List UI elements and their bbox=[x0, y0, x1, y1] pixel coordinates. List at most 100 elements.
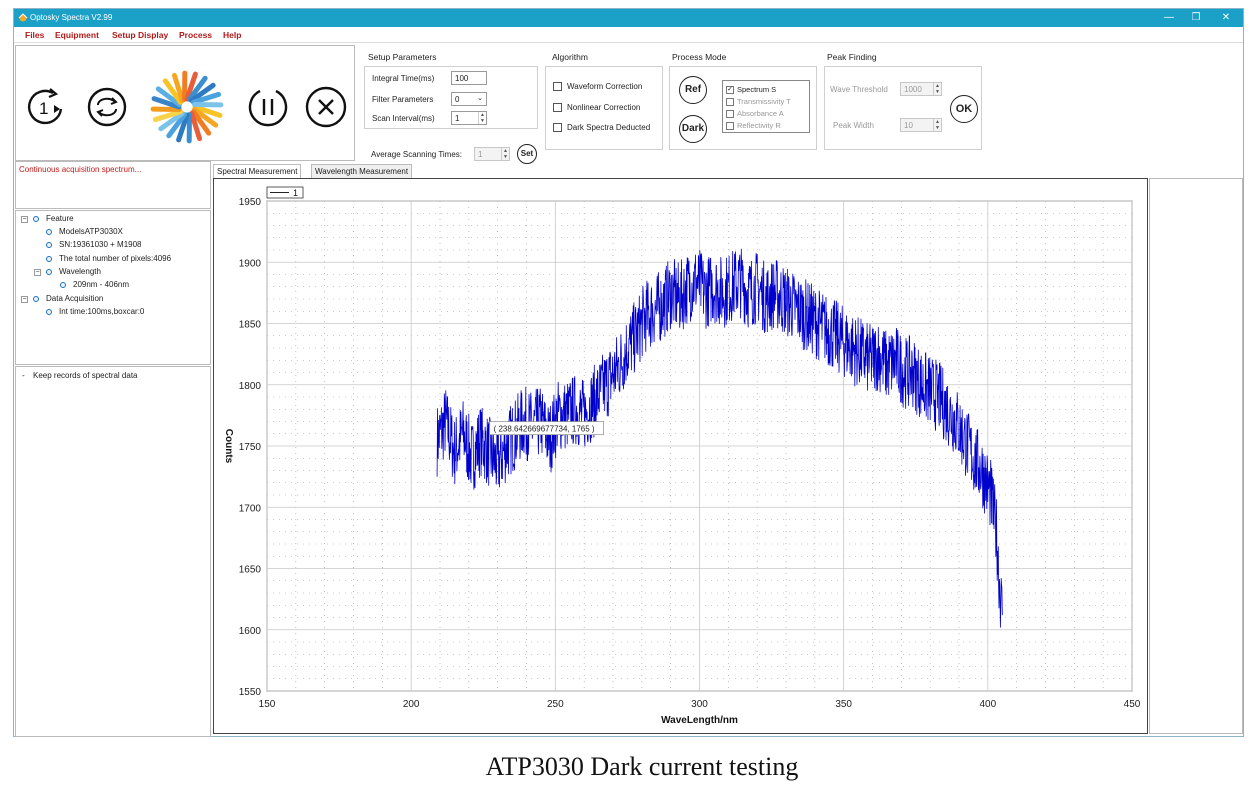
stop-button[interactable] bbox=[304, 85, 348, 129]
peak-finding-title: Peak Finding bbox=[827, 52, 877, 62]
y-tick-label: 1750 bbox=[239, 442, 262, 453]
tree-node-icon bbox=[33, 296, 39, 302]
setup-parameters-title: Setup Parameters bbox=[368, 52, 437, 62]
logo-icon bbox=[150, 70, 224, 144]
y-tick-label: 1800 bbox=[239, 381, 262, 392]
tree-item-int-time[interactable]: Int time:100ms,boxcar:0 bbox=[59, 307, 144, 316]
spectrum-s-checkbox[interactable]: ✓ bbox=[726, 86, 734, 94]
tab-spectral-measurement[interactable]: Spectral Measurement bbox=[213, 164, 302, 178]
peak-finding-group: Peak Finding Wave Threshold 1000 ▲ ▼ Peak… bbox=[821, 45, 986, 161]
dark-button[interactable]: Dark bbox=[679, 115, 707, 143]
x-tick-label: 400 bbox=[979, 699, 996, 710]
set-button[interactable]: Set bbox=[517, 144, 537, 164]
tab-wavelength-measurement[interactable]: Wavelength Measurement bbox=[311, 164, 413, 178]
title-bar: Optosky Spectra V2.99 — ❐ ✕ bbox=[14, 9, 1243, 27]
tree-item-pixels[interactable]: The total number of pixels:4096 bbox=[59, 254, 171, 263]
wave-threshold-input[interactable]: 1000 ▲ ▼ bbox=[900, 82, 942, 96]
process-mode-panel: Ref Dark ✓ Spectrum S Transmissivity T A… bbox=[669, 66, 817, 150]
chevron-down-icon: ⌄ bbox=[477, 95, 483, 102]
filter-parameters-label: Filter Parameters bbox=[372, 95, 434, 104]
y-tick-label: 1550 bbox=[239, 687, 262, 698]
absorbance-a-checkbox[interactable] bbox=[726, 110, 734, 118]
figure-caption: ATP3030 Dark current testing bbox=[485, 752, 799, 781]
wave-threshold-label: Wave Threshold bbox=[830, 85, 888, 94]
tree-item-wavelength[interactable]: Wavelength bbox=[59, 267, 101, 276]
process-mode-group: Process Mode Ref Dark ✓ Spectrum S Trans… bbox=[668, 45, 820, 161]
collapse-icon[interactable]: − bbox=[34, 269, 41, 276]
continuous-acquisition-button[interactable] bbox=[85, 85, 129, 129]
stop-icon bbox=[305, 86, 347, 128]
minimize-button[interactable]: — bbox=[1162, 11, 1176, 25]
setup-parameters-panel: Integral Time(ms) 100 Filter Parameters … bbox=[364, 66, 538, 129]
y-tick-label: 1600 bbox=[239, 626, 262, 637]
records-panel: - Keep records of spectral data bbox=[15, 366, 211, 737]
menu-equipment[interactable]: Equipment bbox=[55, 30, 99, 40]
collapse-icon[interactable]: − bbox=[21, 216, 28, 223]
reflectivity-r-checkbox[interactable] bbox=[726, 122, 734, 130]
tree-item-data-acquisition[interactable]: Data Acquisition bbox=[46, 294, 103, 303]
menu-process[interactable]: Process bbox=[179, 30, 212, 40]
peak-width-input[interactable]: 10 ▲ ▼ bbox=[900, 118, 942, 132]
spin-arrows-icon[interactable]: ▲ ▼ bbox=[478, 112, 486, 124]
dark-spectra-deducted-label: Dark Spectra Deducted bbox=[567, 123, 651, 132]
spin-arrows-icon[interactable]: ▲ ▼ bbox=[933, 83, 941, 95]
svg-text:1: 1 bbox=[39, 99, 48, 118]
y-tick-label: 1650 bbox=[239, 565, 262, 576]
scan-interval-value: 1 bbox=[455, 114, 460, 123]
toolbar: 1 bbox=[15, 45, 355, 161]
tree-node-icon bbox=[46, 309, 52, 315]
single-acquisition-icon: 1 bbox=[27, 88, 63, 125]
x-tick-label: 250 bbox=[547, 699, 564, 710]
peak-width-label: Peak Width bbox=[833, 121, 874, 130]
y-tick-label: 1900 bbox=[239, 258, 262, 269]
tree-item-model[interactable]: ModelsATP3030X bbox=[59, 227, 123, 236]
waveform-correction-checkbox[interactable] bbox=[553, 82, 562, 91]
scan-interval-input[interactable]: 1 ▲ ▼ bbox=[451, 111, 487, 125]
menu-files[interactable]: Files bbox=[25, 30, 44, 40]
tree-node-icon bbox=[46, 229, 52, 235]
transmissivity-t-checkbox[interactable] bbox=[726, 98, 734, 106]
menu-help[interactable]: Help bbox=[223, 30, 241, 40]
peak-width-value: 10 bbox=[904, 121, 913, 130]
status-panel: Continuous acquisition spectrum... bbox=[15, 161, 211, 209]
close-window-button[interactable]: ✕ bbox=[1219, 11, 1233, 25]
filter-parameters-select[interactable]: 0 ⌄ bbox=[451, 92, 487, 106]
reference-button[interactable]: Ref bbox=[679, 76, 707, 104]
algorithm-group: Algorithm Waveform Correction Nonlinear … bbox=[542, 45, 667, 161]
dark-spectra-deducted-checkbox[interactable] bbox=[553, 123, 562, 132]
maximize-button[interactable]: ❐ bbox=[1189, 11, 1203, 25]
tree-item-wavelength-range[interactable]: 209nm - 406nm bbox=[73, 280, 129, 289]
x-tick-label: 450 bbox=[1124, 699, 1141, 710]
single-acquisition-button[interactable]: 1 bbox=[23, 85, 67, 129]
records-label[interactable]: Keep records of spectral data bbox=[33, 371, 138, 380]
tree-node-icon bbox=[46, 242, 52, 248]
reflectivity-r-label: Reflectivity R bbox=[737, 121, 781, 130]
menu-setup-display[interactable]: Setup Display bbox=[112, 30, 168, 40]
right-panel bbox=[1149, 178, 1243, 734]
waveform-correction-label: Waveform Correction bbox=[567, 82, 643, 91]
spin-arrows-icon[interactable]: ▲ ▼ bbox=[933, 119, 941, 131]
legend-label: 1 bbox=[293, 188, 298, 198]
scan-interval-label: Scan Interval(ms) bbox=[372, 114, 435, 123]
spectra-logo bbox=[149, 69, 225, 145]
integral-time-input[interactable]: 100 bbox=[451, 71, 487, 85]
integral-time-label: Integral Time(ms) bbox=[372, 74, 435, 83]
process-mode-title: Process Mode bbox=[672, 52, 727, 62]
window-title: Optosky Spectra V2.99 bbox=[30, 13, 113, 22]
tree-item-serial[interactable]: SN:19361030 + M1908 bbox=[59, 240, 142, 249]
tree-item-feature[interactable]: Feature bbox=[46, 214, 74, 223]
pause-button[interactable] bbox=[246, 85, 290, 129]
ok-button[interactable]: OK bbox=[950, 95, 978, 123]
transmissivity-t-label: Transmissivity T bbox=[737, 97, 791, 106]
nonlinear-correction-checkbox[interactable] bbox=[553, 103, 562, 112]
records-expander[interactable]: - bbox=[22, 371, 25, 380]
tree-node-icon bbox=[46, 269, 52, 275]
collapse-icon[interactable]: − bbox=[21, 296, 28, 303]
spin-arrows-icon[interactable]: ▲ ▼ bbox=[501, 148, 509, 160]
average-scanning-input[interactable]: 1 ▲ ▼ bbox=[474, 147, 510, 161]
spectrum-s-label: Spectrum S bbox=[737, 85, 777, 94]
y-tick-label: 1700 bbox=[239, 503, 262, 514]
spectrum-chart[interactable]: 150 200 250 300 350 400 450 1550 1600 1650 1700 175… bbox=[214, 179, 1147, 733]
annotation-text: ( 238.642669677734, 1765 ) bbox=[494, 425, 595, 434]
average-scanning-value: 1 bbox=[478, 150, 483, 159]
